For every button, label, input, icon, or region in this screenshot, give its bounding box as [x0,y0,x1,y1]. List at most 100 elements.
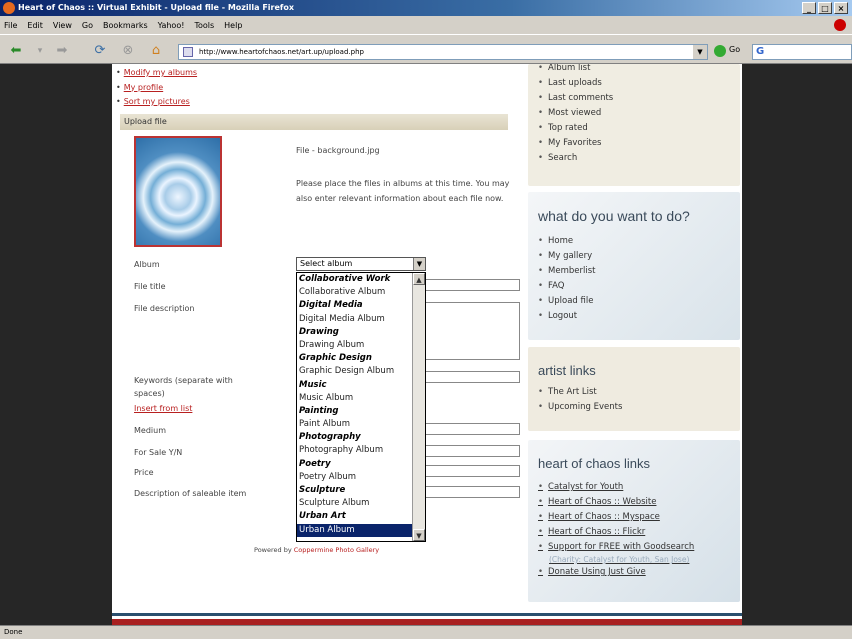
hoc-link-item-link[interactable]: Catalyst for Youth [538,480,694,495]
album-select[interactable]: Select album ▼ [296,257,426,271]
album-option[interactable]: Collaborative Album [297,286,425,299]
artist-link-item-link[interactable]: The Art List [538,385,622,400]
hoc-link-item-link[interactable]: Heart of Chaos :: Myspace [538,510,694,525]
heart-of-chaos-list: Catalyst for YouthHeart of Chaos :: Webs… [538,480,694,580]
hoc-link-item-label: Donate Using Just Give [548,567,646,577]
go-button[interactable] [714,45,726,57]
what-to-do-item-link[interactable]: Logout [538,309,595,324]
file-title-label: File title [134,282,166,291]
window-title: Heart of Chaos :: Virtual Exhibit - Uplo… [18,3,295,12]
album-option[interactable]: Photography Album [297,444,425,457]
menu-edit[interactable]: Edit [27,21,43,30]
hoc-link-item-link[interactable]: Heart of Chaos :: Flickr [538,525,694,540]
album-option[interactable]: Poetry Album [297,471,425,484]
gallery-menu-item-link[interactable]: Album list [538,64,613,76]
modify-albums-link[interactable]: Modify my albums [116,66,197,81]
gallery-menu-item-label: Most viewed [548,108,602,118]
heart-of-chaos-title: heart of chaos links [538,456,651,471]
menu-file[interactable]: File [4,21,17,30]
medium-label: Medium [134,426,166,435]
hoc-link-item-link[interactable]: Donate Using Just Give [538,565,694,580]
what-to-do-item-link[interactable]: My gallery [538,249,595,264]
hoc-link-item-link[interactable]: Heart of Chaos :: Website [538,495,694,510]
menu-tools[interactable]: Tools [194,21,214,30]
what-to-do-item-link[interactable]: Memberlist [538,264,595,279]
what-to-do-item-link[interactable]: Upload file [538,294,595,309]
what-to-do-item-link[interactable]: FAQ [538,279,595,294]
forward-arrow-icon[interactable]: ➡ [52,43,72,59]
hoc-link-item-link[interactable]: Support for FREE with Goodsearch (Charity… [538,540,694,565]
dropdown-scrollbar[interactable]: ▲ ▼ [412,273,425,541]
for-sale-input[interactable] [422,445,520,457]
menu-bookmarks[interactable]: Bookmarks [103,21,148,30]
search-box[interactable]: G [752,44,852,60]
price-input[interactable] [422,465,520,477]
artist-link-item-label: Upcoming Events [548,402,623,412]
file-title-input[interactable] [422,279,520,291]
album-option[interactable]: Urban Album [297,523,425,537]
album-group-label: Drawing [299,326,339,337]
album-option[interactable]: Graphic Design Album [297,365,425,378]
album-group-label: Graphic Design [299,353,372,364]
page-favicon-icon [183,47,193,57]
gallery-menu-item-link[interactable]: Last uploads [538,76,613,91]
file-description-label: File description [134,304,195,313]
gallery-menu-item-link[interactable]: My Favorites [538,136,613,151]
menu-bar: File Edit View Go Bookmarks Yahoo! Tools… [0,16,852,34]
hoc-link-item-label: Heart of Chaos :: Website [548,497,657,507]
album-select-value: Select album [300,259,353,268]
close-button[interactable]: × [834,2,848,14]
what-to-do-item-link[interactable]: Home [538,234,595,249]
for-sale-label: For Sale Y/N [134,448,183,457]
sort-pictures-link[interactable]: Sort my pictures [116,95,197,110]
google-search-icon: G [756,46,765,57]
what-to-do-item-label: My gallery [548,251,593,261]
album-option[interactable]: Digital Media Album [297,313,425,326]
album-dropdown-list[interactable]: Collaborative Work Collaborative Album Dig… [296,272,426,542]
menu-go[interactable]: Go [82,21,93,30]
chevron-down-icon[interactable]: ▼ [413,258,425,270]
keywords-label: Keywords (separate with spaces) [134,376,233,398]
gallery-menu-item-link[interactable]: Most viewed [538,106,613,121]
saleable-description-input[interactable] [422,486,520,498]
powered-by: Powered by Coppermine Photo Gallery [254,546,379,554]
gallery-menu-item-link[interactable]: Last comments [538,91,613,106]
album-option[interactable]: Paint Album [297,418,425,431]
my-profile-link[interactable]: My profile [116,81,197,96]
coppermine-link[interactable]: Coppermine Photo Gallery [294,546,379,554]
album-option[interactable]: Music Album [297,392,425,405]
menu-yahoo[interactable]: Yahoo! [158,21,185,30]
insert-from-list-link[interactable]: Insert from list [134,404,192,413]
address-dropdown-icon[interactable]: ▼ [693,45,707,59]
album-label: Album [134,260,160,269]
scroll-up-icon[interactable]: ▲ [413,273,425,285]
stop-icon[interactable]: ⊗ [118,43,138,59]
album-group-label: Painting [299,405,339,416]
menu-help[interactable]: Help [224,21,242,30]
what-to-do-item-label: Memberlist [548,266,596,276]
minimize-button[interactable]: _ [802,2,816,14]
maximize-button[interactable]: □ [818,2,832,14]
window-controls: _ □ × [802,2,848,14]
address-bar[interactable]: http://www.heartofchaos.net/art.up/uploa… [178,44,708,60]
home-icon[interactable]: ⌂ [146,43,166,59]
album-option[interactable]: Sculpture Album [297,497,425,510]
artist-link-item-link[interactable]: Upcoming Events [538,400,622,415]
saleable-description-label: Description of saleable item [134,489,247,498]
hoc-link-item-label: Support for FREE with Goodsearch [548,542,695,552]
keywords-input[interactable] [422,371,520,383]
back-arrow-icon[interactable]: ⬅ [6,43,26,59]
page-viewport[interactable]: Modify my albums My profile Sort my pict… [0,64,852,625]
gallery-menu-item-link[interactable]: Top rated [538,121,613,136]
what-to-do-item-label: Logout [548,311,578,321]
file-description-textarea[interactable] [422,302,520,360]
scroll-down-icon[interactable]: ▼ [413,529,425,541]
history-dropdown-icon[interactable]: ▾ [30,43,50,59]
menu-view[interactable]: View [53,21,72,30]
reload-icon[interactable]: ⟳ [90,43,110,59]
gallery-menu-item-link[interactable]: Search [538,151,613,166]
go-label[interactable]: Go [729,45,740,54]
album-option[interactable]: Drawing Album [297,339,425,352]
throbber-icon [834,19,846,31]
medium-input[interactable] [422,423,520,435]
